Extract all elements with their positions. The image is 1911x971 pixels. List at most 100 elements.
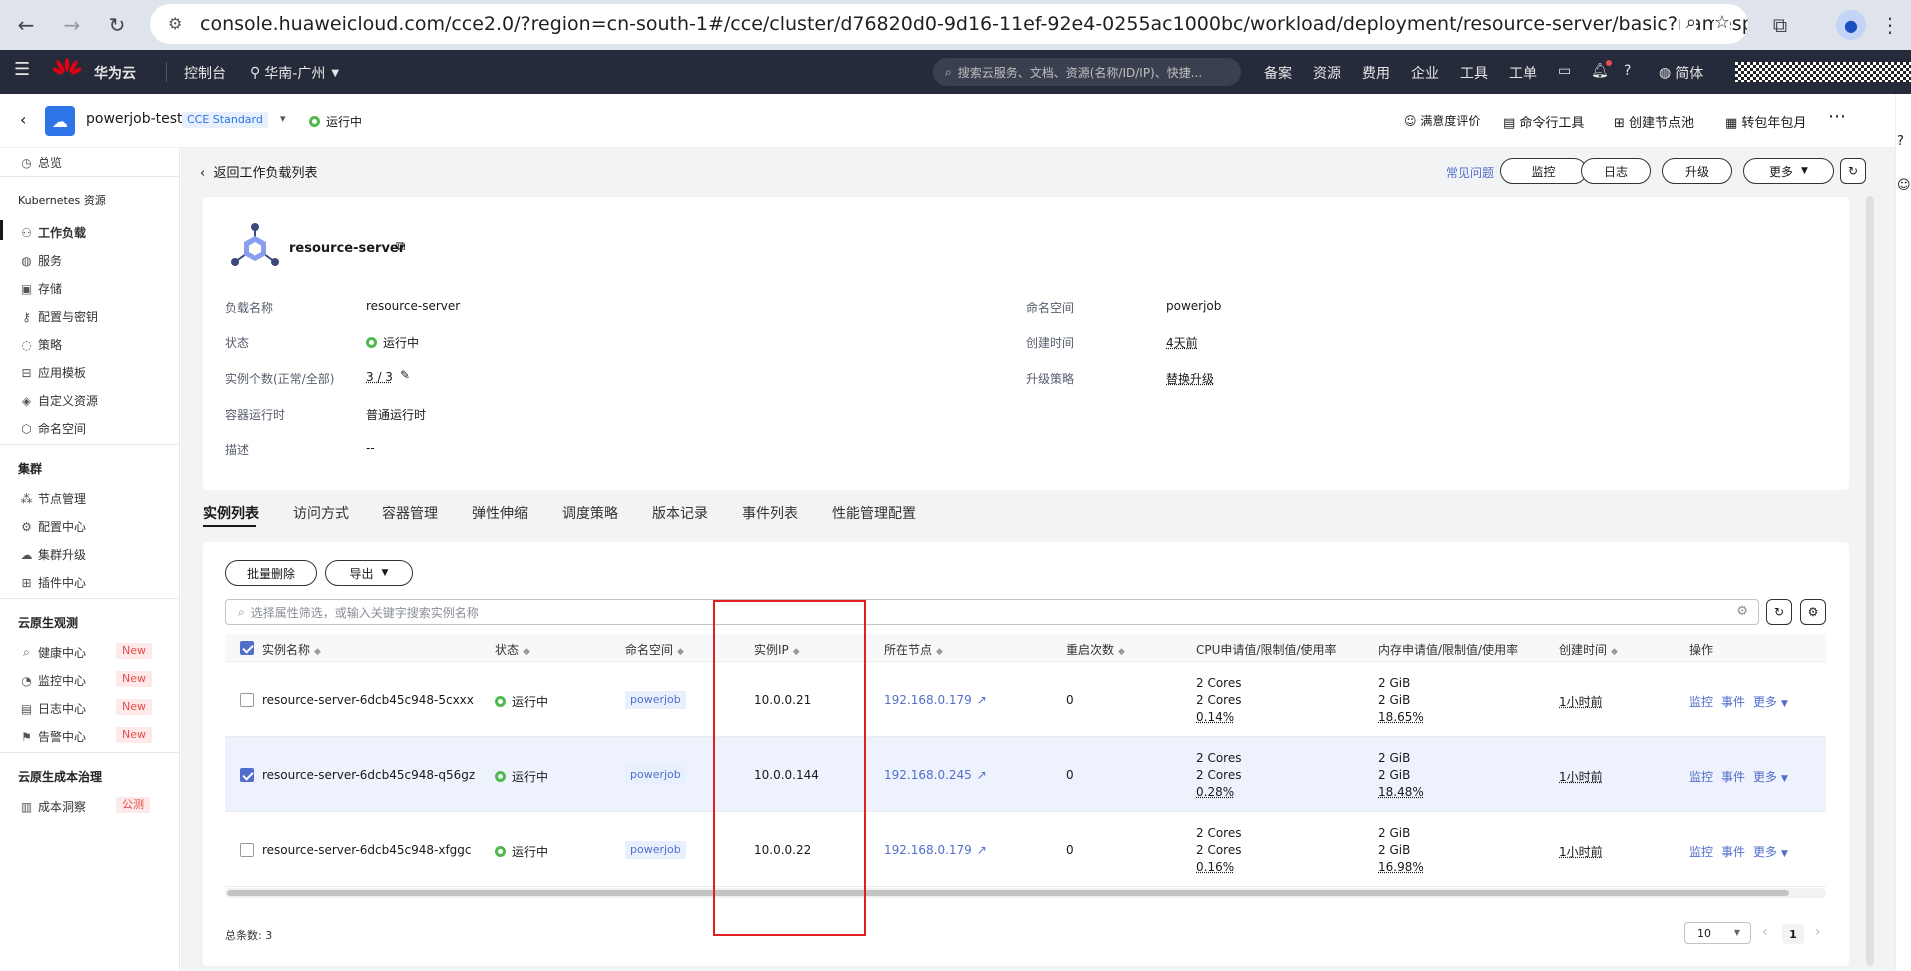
site-info-icon[interactable]: ⚙ xyxy=(168,14,182,33)
column-header-status[interactable]: 状态 ◆ xyxy=(495,641,530,658)
row-checkbox[interactable] xyxy=(240,693,254,707)
help-icon[interactable]: ? xyxy=(1624,63,1631,79)
nav-link-tools[interactable]: 工具 xyxy=(1460,63,1488,83)
sidebar-item-nodes[interactable]: ⁂ 节点管理 xyxy=(20,490,87,507)
tab-autoscaling[interactable]: 弹性伸缩 xyxy=(472,503,528,523)
reload-icon[interactable]: ↻ xyxy=(103,11,131,39)
filter-settings-icon[interactable]: ⚙ xyxy=(1736,604,1748,619)
column-settings-button[interactable]: ⚙ xyxy=(1800,599,1826,625)
notification-bell-icon[interactable]: 🔔︎ xyxy=(1591,63,1609,79)
language-selector[interactable]: ◍ 简体 xyxy=(1659,63,1703,83)
faq-link[interactable]: 常见问题 xyxy=(1446,164,1494,181)
sidebar-item-namespaces[interactable]: ⬡ 命名空间 xyxy=(20,420,86,437)
refresh-button[interactable]: ↻ xyxy=(1840,158,1866,184)
log-button[interactable]: 日志 xyxy=(1581,158,1651,184)
kubectl-tool-button[interactable]: ▤ 命令行工具 xyxy=(1503,112,1584,131)
sort-icon[interactable]: ◆ xyxy=(677,647,684,657)
sidebar-item-templates[interactable]: ⊟ 应用模板 xyxy=(20,364,86,381)
sidebar-item-monitor[interactable]: ◔ 监控中心 xyxy=(20,672,86,689)
tab-access[interactable]: 访问方式 xyxy=(293,503,349,523)
convert-yearly-button[interactable]: ▦ 转包年包月 xyxy=(1725,112,1806,131)
nav-link-tickets[interactable]: 工单 xyxy=(1509,63,1537,83)
sidebar-item-workload[interactable]: ⚇ 工作负载 xyxy=(20,224,86,241)
sort-icon[interactable]: ◆ xyxy=(1118,647,1125,657)
create-node-pool-button[interactable]: ⊞ 创建节点池 xyxy=(1614,112,1694,131)
row-monitor-link[interactable]: 监控 xyxy=(1689,693,1713,710)
column-header-name[interactable]: 实例名称 ◆ xyxy=(262,641,321,658)
more-button[interactable]: 更多 ▼ xyxy=(1743,158,1834,184)
node-link[interactable]: 192.168.0.179 ↗ xyxy=(884,693,987,707)
nav-link-enterprise[interactable]: 企业 xyxy=(1411,63,1439,83)
back-to-workload-list-link[interactable]: ‹ 返回工作负载列表 xyxy=(200,162,317,181)
back-arrow-icon[interactable]: ← xyxy=(12,11,40,39)
sort-icon[interactable]: ◆ xyxy=(523,647,530,657)
export-button[interactable]: 导出 ▼ xyxy=(325,560,413,586)
feedback-smile-icon[interactable]: ☺ xyxy=(1897,178,1911,193)
upgrade-button[interactable]: 升级 xyxy=(1662,158,1732,184)
row-monitor-link[interactable]: 监控 xyxy=(1689,843,1713,860)
current-page[interactable]: 1 xyxy=(1782,924,1804,944)
page-size-select[interactable]: 10 ▼ xyxy=(1684,922,1751,944)
page-scrollbar[interactable] xyxy=(1866,196,1874,966)
sidebar-item-storage[interactable]: ▣ 存储 xyxy=(20,280,62,297)
brand-name[interactable]: 华为云 xyxy=(94,63,136,83)
forward-arrow-icon[interactable]: → xyxy=(58,11,86,39)
console-link[interactable]: 控制台 xyxy=(184,63,226,83)
row-more-link[interactable]: 更多 ▼ xyxy=(1753,843,1788,860)
bookmark-star-icon[interactable]: ☆ xyxy=(1713,12,1730,33)
copy-icon[interactable]: ⧉ xyxy=(396,239,405,254)
select-all-checkbox[interactable] xyxy=(240,641,254,655)
sidebar-item-addons[interactable]: ⊞ 插件中心 xyxy=(20,574,86,591)
column-header-restarts[interactable]: 重启次数 ◆ xyxy=(1066,641,1125,658)
list-refresh-button[interactable]: ↻ xyxy=(1766,599,1792,625)
extensions-icon[interactable]: ⧉ xyxy=(1766,11,1794,39)
sort-icon[interactable]: ◆ xyxy=(936,647,943,657)
tab-containers[interactable]: 容器管理 xyxy=(382,503,438,523)
batch-delete-button[interactable]: 批量删除 xyxy=(225,560,317,586)
sort-icon[interactable]: ◆ xyxy=(1611,647,1618,657)
back-chevron-icon[interactable]: ‹ xyxy=(20,110,26,129)
row-events-link[interactable]: 事件 xyxy=(1721,693,1745,710)
prev-page-icon[interactable]: ‹ xyxy=(1762,924,1768,940)
tab-events[interactable]: 事件列表 xyxy=(742,503,798,523)
row-checkbox[interactable] xyxy=(240,843,254,857)
column-header-node[interactable]: 所在节点 ◆ xyxy=(884,641,943,658)
row-monitor-link[interactable]: 监控 xyxy=(1689,768,1713,785)
zoom-icon[interactable]: ⌕ xyxy=(1679,12,1696,33)
tab-performance[interactable]: 性能管理配置 xyxy=(832,503,916,523)
nav-link-filing[interactable]: 备案 xyxy=(1264,63,1292,83)
column-header-namespace[interactable]: 命名空间 ◆ xyxy=(625,641,684,658)
node-link[interactable]: 192.168.0.245 ↗ xyxy=(884,768,987,782)
region-selector[interactable]: ⚲ 华南-广州 ▼ xyxy=(250,63,339,83)
sidebar-item-policy[interactable]: ◌ 策略 xyxy=(20,336,62,353)
edit-pencil-icon[interactable]: ✎ xyxy=(400,368,410,382)
huawei-logo[interactable] xyxy=(53,57,81,85)
sidebar-item-cost-insight[interactable]: ▥ 成本洞察 xyxy=(20,798,86,815)
monitor-button[interactable]: 监控 xyxy=(1500,158,1587,184)
nav-link-resources[interactable]: 资源 xyxy=(1313,63,1341,83)
cluster-switch-chevron-icon[interactable]: ▾ xyxy=(280,112,286,125)
hamburger-menu-icon[interactable]: ☰ xyxy=(14,59,30,80)
sidebar-item-config-secret[interactable]: ⚷ 配置与密钥 xyxy=(20,308,98,325)
sidebar-item-overview[interactable]: ◷ 总览 xyxy=(20,154,62,171)
sidebar-item-logs[interactable]: ▤ 日志中心 xyxy=(20,700,86,717)
sidebar-item-cluster-upgrade[interactable]: ☁ 集群升级 xyxy=(20,546,87,563)
cluster-name[interactable]: powerjob-test xyxy=(86,111,183,127)
node-link[interactable]: 192.168.0.179 ↗ xyxy=(884,843,987,857)
profile-avatar[interactable]: ● xyxy=(1836,10,1866,40)
satisfaction-survey-button[interactable]: ☺ 满意度评价 xyxy=(1404,112,1480,129)
column-header-created[interactable]: 创建时间 ◆ xyxy=(1559,641,1618,658)
sidebar-item-custom-resources[interactable]: ◈ 自定义资源 xyxy=(20,392,98,409)
row-more-link[interactable]: 更多 ▼ xyxy=(1753,693,1788,710)
global-search-input[interactable]: ⌕ 搜索云服务、文档、资源(名称/ID/IP)、快捷... xyxy=(933,58,1241,86)
row-more-link[interactable]: 更多 ▼ xyxy=(1753,768,1788,785)
terminal-icon[interactable]: ▭ xyxy=(1558,63,1571,79)
more-actions-icon[interactable]: ⋯ xyxy=(1828,106,1846,127)
instance-filter-input[interactable]: ⌕ 选择属性筛选，或输入关键字搜索实例名称 ⚙ xyxy=(225,599,1759,625)
row-events-link[interactable]: 事件 xyxy=(1721,768,1745,785)
sidebar-item-alerts[interactable]: ⚑ 告警中心 xyxy=(20,728,86,745)
redacted-account[interactable] xyxy=(1735,62,1911,82)
sidebar-item-health[interactable]: ⌕ 健康中心 xyxy=(20,644,86,661)
address-bar[interactable]: ⚙ console.huaweicloud.com/cce2.0/?region… xyxy=(150,4,1748,44)
row-events-link[interactable]: 事件 xyxy=(1721,843,1745,860)
